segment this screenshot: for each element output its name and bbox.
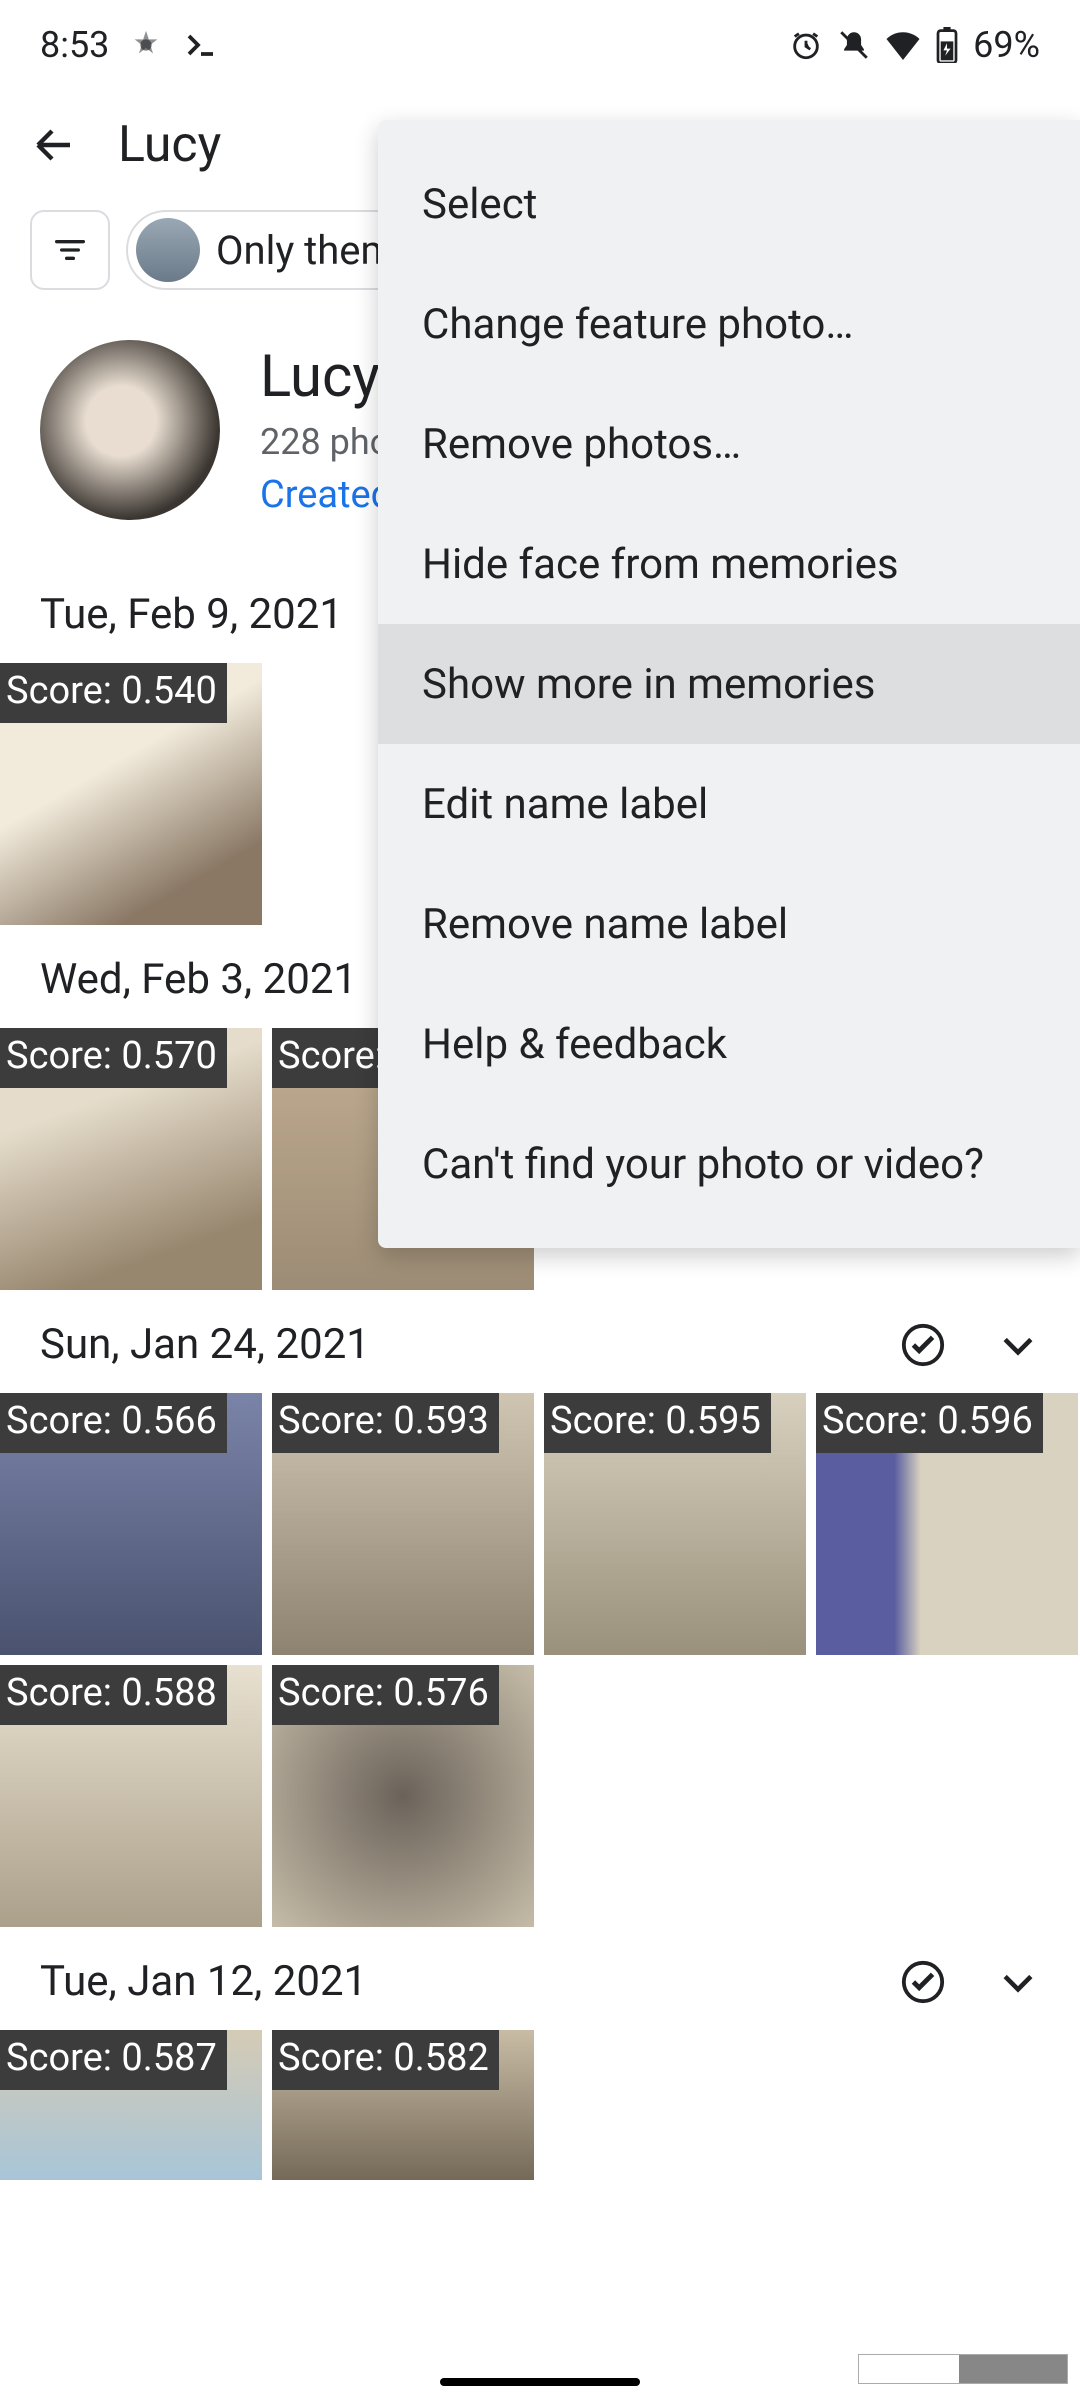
photo-tile[interactable]: Score: 0.596 [816, 1393, 1078, 1655]
score-label: Score: 0.576 [272, 1665, 499, 1725]
date-header: Tue, Jan 12, 2021 [0, 1927, 1080, 2030]
status-time: 8:53 [40, 24, 109, 66]
chevron-down-icon[interactable] [996, 1323, 1040, 1367]
photo-grid: Score: 0.566 Score: 0.593 Score: 0.595 S… [0, 1393, 1080, 1927]
photo-tile[interactable]: Score: 0.593 [272, 1393, 534, 1655]
photo-tile[interactable]: Score: 0.576 [272, 1665, 534, 1927]
date-label: Sun, Jan 24, 2021 [40, 1320, 370, 1369]
score-label: Score: 0.587 [0, 2030, 227, 2090]
mute-icon [837, 28, 871, 62]
menu-select[interactable]: Select [378, 144, 1080, 264]
photos-icon [129, 28, 163, 62]
battery-percent: 69% [973, 24, 1040, 66]
photo-tile[interactable]: Score: 0.582 [272, 2030, 534, 2180]
overflow-menu: Select Change feature photo… Remove phot… [378, 120, 1080, 1248]
score-label: Score: 0.595 [544, 1393, 771, 1453]
only-them-chip[interactable]: Only them [126, 210, 418, 290]
menu-help-feedback[interactable]: Help & feedback [378, 984, 1080, 1104]
date-actions [900, 1959, 1040, 2005]
date-header: Sun, Jan 24, 2021 [0, 1290, 1080, 1393]
watermark [858, 2354, 1068, 2384]
menu-remove-photos[interactable]: Remove photos… [378, 384, 1080, 504]
photo-tile[interactable]: Score: 0.587 [0, 2030, 262, 2180]
score-label: Score: [272, 1028, 394, 1088]
home-indicator[interactable] [440, 2378, 640, 2386]
score-label: Score: 0.593 [272, 1393, 499, 1453]
menu-hide-face[interactable]: Hide face from memories [378, 504, 1080, 624]
menu-change-feature-photo[interactable]: Change feature photo… [378, 264, 1080, 384]
score-label: Score: 0.582 [272, 2030, 499, 2090]
back-arrow-icon[interactable] [30, 121, 78, 169]
score-label: Score: 0.566 [0, 1393, 227, 1453]
checkmark-circle-icon[interactable] [900, 1959, 946, 2005]
photo-tile[interactable]: Score: 0.540 [0, 663, 262, 925]
profile-avatar[interactable] [40, 340, 220, 520]
chip-label: Only them [216, 227, 396, 274]
page-title: Lucy [118, 116, 221, 174]
chevron-down-icon[interactable] [996, 1960, 1040, 2004]
score-label: Score: 0.570 [0, 1028, 227, 1088]
menu-remove-name-label[interactable]: Remove name label [378, 864, 1080, 984]
photo-tile[interactable]: Score: 0.595 [544, 1393, 806, 1655]
photo-tile[interactable]: Score: 0.570 [0, 1028, 262, 1290]
status-right: 69% [789, 24, 1040, 66]
date-label: Wed, Feb 3, 2021 [40, 955, 357, 1004]
photo-tile[interactable]: Score: 0.566 [0, 1393, 262, 1655]
filter-button[interactable] [30, 210, 110, 290]
menu-cant-find[interactable]: Can't find your photo or video? [378, 1104, 1080, 1224]
photo-grid: Score: 0.587 Score: 0.582 [0, 2030, 1080, 2180]
date-label: Tue, Jan 12, 2021 [40, 1957, 367, 2006]
checkmark-circle-icon[interactable] [900, 1322, 946, 1368]
wifi-icon [885, 30, 921, 60]
menu-show-more-memories[interactable]: Show more in memories [378, 624, 1080, 744]
chip-avatar [136, 218, 200, 282]
date-actions [900, 1322, 1040, 1368]
status-bar: 8:53 69% [0, 0, 1080, 90]
menu-edit-name-label[interactable]: Edit name label [378, 744, 1080, 864]
battery-icon [935, 27, 959, 63]
alarm-icon [789, 28, 823, 62]
score-label: Score: 0.596 [816, 1393, 1043, 1453]
score-label: Score: 0.588 [0, 1665, 227, 1725]
date-label: Tue, Feb 9, 2021 [40, 590, 343, 639]
photo-tile[interactable]: Score: 0.588 [0, 1665, 262, 1927]
terminal-icon [183, 27, 219, 63]
status-left: 8:53 [40, 24, 219, 66]
score-label: Score: 0.540 [0, 663, 227, 723]
